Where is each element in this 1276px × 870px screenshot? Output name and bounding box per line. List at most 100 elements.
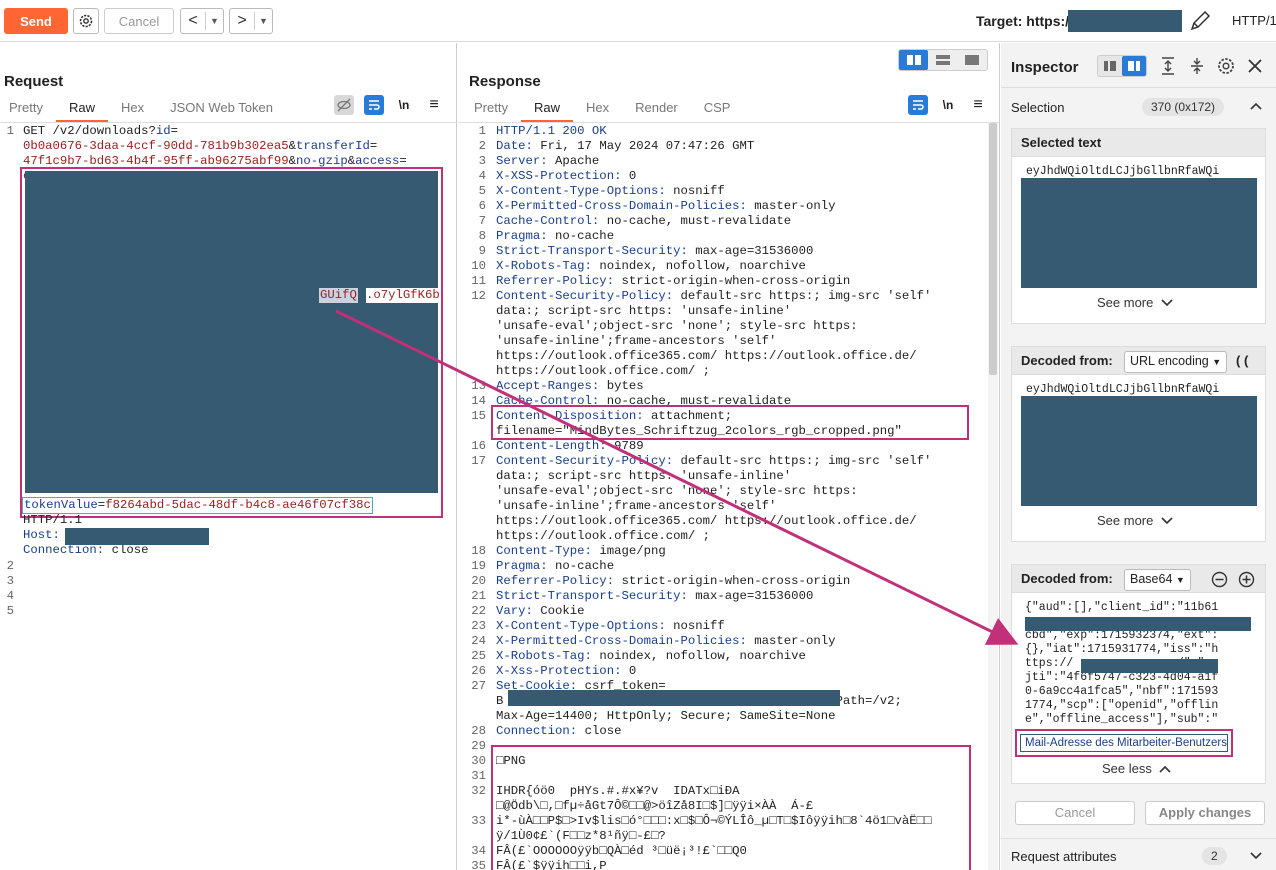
response-line-number: 14 (471, 394, 486, 408)
inspector-layout-a-icon[interactable] (1098, 56, 1122, 76)
response-line-number (458, 319, 486, 334)
apply-changes-button[interactable]: Apply changes (1145, 801, 1265, 825)
request-pane: Request Pretty Raw Hex JSON Web Token \n… (0, 43, 457, 870)
response-line: Strict-Transport-Security: max-age=31536… (496, 244, 814, 258)
collapse-all-icon[interactable] (1188, 56, 1206, 76)
response-scrollbar[interactable] (988, 123, 998, 870)
layout-split-icon[interactable] (899, 50, 929, 70)
chevron-down-icon[interactable] (1250, 852, 1262, 860)
inspector-title: Inspector (1011, 59, 1079, 76)
response-newline-toggle[interactable]: \n (938, 95, 958, 115)
decoded-url-preview[interactable]: eyJhdWQiOltdLCJjbGllbnRfaWQi (1026, 383, 1219, 397)
see-more-link-2[interactable]: See more (1097, 513, 1173, 528)
selected-text-preview[interactable]: eyJhdWQiOltdLCJjbGllbnRfaWQi (1026, 165, 1219, 179)
forward-arrow-icon[interactable]: > (230, 12, 254, 30)
response-line: Accept-Ranges: bytes (496, 379, 644, 393)
response-line-number: 17 (471, 454, 486, 468)
response-line-number (458, 349, 486, 364)
client-id-redaction (1025, 617, 1251, 631)
response-line: 'unsafe-eval';object-src 'none'; style-s… (496, 484, 858, 498)
selection-label[interactable]: Selection (1011, 100, 1064, 115)
response-line-number: 16 (471, 439, 486, 453)
response-tab-raw[interactable]: Raw (520, 98, 573, 122)
response-line: https://outlook.office365.com/ https://o… (496, 349, 917, 363)
response-line-number: 27 (471, 679, 486, 693)
request-tab-raw[interactable]: Raw (55, 98, 108, 122)
access-token-highlight (20, 167, 443, 518)
request-tab-pretty[interactable]: Pretty (0, 98, 56, 122)
response-line-number: 9 (478, 244, 486, 258)
send-button[interactable]: Send (4, 8, 68, 34)
request-menu-icon[interactable]: ≡ (424, 95, 444, 115)
response-line-number: 2 (478, 139, 486, 153)
response-tab-hex[interactable]: Hex (573, 98, 622, 122)
minus-circle-icon[interactable] (1211, 571, 1228, 588)
wrap-icon (369, 100, 380, 110)
response-scroll-thumb[interactable] (989, 123, 997, 375)
response-line: Content-Security-Policy: default-src htt… (496, 454, 932, 468)
response-line: Pragma: no-cache (496, 559, 615, 573)
decoding-select-base64[interactable]: Base64 ▼ (1124, 569, 1191, 591)
inspector-layout-b-icon[interactable] (1122, 56, 1146, 76)
layout-switcher[interactable] (898, 49, 988, 71)
response-tab-render[interactable]: Render (622, 98, 691, 122)
back-nav-group[interactable]: < ▼ (180, 8, 224, 34)
response-line-number (458, 829, 486, 844)
response-wrap-button[interactable] (908, 95, 928, 115)
csrf-token-redaction (508, 690, 840, 706)
response-line: Content-Length: 9789 (496, 439, 644, 453)
response-line-number (458, 364, 486, 379)
cancel-request-button[interactable]: Cancel (104, 8, 174, 34)
response-pane: Response Pretty Raw Hex Render CSP \n ≡ … (458, 43, 1000, 870)
response-line-number: 23 (471, 619, 486, 633)
chevron-up-icon[interactable] (1250, 102, 1262, 110)
pencil-icon[interactable] (1188, 9, 1212, 33)
settings-button[interactable] (73, 8, 99, 34)
see-less-link[interactable]: See less (1102, 761, 1171, 776)
gear-icon[interactable] (1216, 56, 1236, 76)
response-line-number (458, 304, 486, 319)
gear-icon (79, 14, 93, 28)
forward-dropdown-icon[interactable]: ▼ (254, 12, 272, 30)
request-attributes-label[interactable]: Request attributes (1011, 849, 1117, 864)
response-tab-csp[interactable]: CSP (691, 98, 744, 122)
response-line-number: 13 (471, 379, 486, 393)
inspector-layout-toggle[interactable] (1097, 55, 1147, 77)
response-line-number: 11 (471, 274, 486, 288)
hide-nonprint-button[interactable] (334, 95, 354, 115)
response-line-number: 33 (471, 814, 486, 828)
response-line: 'unsafe-eval';object-src 'none'; style-s… (496, 319, 858, 333)
request-tab-hex[interactable]: Hex (108, 98, 157, 122)
back-arrow-icon[interactable]: < (181, 12, 205, 30)
response-line: https://outlook.office365.com/ https://o… (496, 514, 917, 528)
newline-toggle[interactable]: \n (394, 95, 414, 115)
decoding-select-url[interactable]: URL encoding ▼ (1124, 351, 1228, 373)
response-tab-pretty[interactable]: Pretty (461, 98, 521, 122)
response-line-number (458, 694, 486, 709)
wrap-lines-button[interactable] (364, 95, 384, 115)
decode-stepper-icon[interactable]: ( ( (1236, 353, 1248, 368)
response-line-number: 12 (471, 289, 486, 303)
plus-circle-icon[interactable] (1238, 571, 1255, 588)
inspector-divider (1001, 87, 1276, 88)
response-line: Referrer-Policy: strict-origin-when-cros… (496, 574, 851, 588)
back-dropdown-icon[interactable]: ▼ (205, 12, 223, 30)
response-line-number: 22 (471, 604, 486, 618)
response-line-number: 6 (478, 199, 486, 213)
close-icon[interactable] (1247, 58, 1263, 74)
response-menu-icon[interactable]: ≡ (968, 95, 988, 115)
response-line-number: 32 (471, 784, 486, 798)
response-line: X-Robots-Tag: noindex, nofollow, noarchi… (496, 649, 806, 663)
response-line: Connection: close (496, 724, 622, 738)
chevron-down-icon (1161, 517, 1173, 525)
content-disposition-highlight (491, 405, 969, 440)
http-version-toggle[interactable]: HTTP/1 (1232, 13, 1276, 28)
layout-stacked-icon[interactable] (928, 50, 957, 70)
see-more-link[interactable]: See more (1097, 295, 1173, 310)
response-tabs: Pretty Raw Hex Render CSP (461, 98, 743, 122)
inspector-cancel-button[interactable]: Cancel (1015, 801, 1135, 825)
expand-all-icon[interactable] (1159, 56, 1177, 76)
forward-nav-group[interactable]: > ▼ (229, 8, 273, 34)
request-tab-jwt[interactable]: JSON Web Token (157, 98, 286, 122)
layout-single-icon[interactable] (958, 50, 987, 70)
